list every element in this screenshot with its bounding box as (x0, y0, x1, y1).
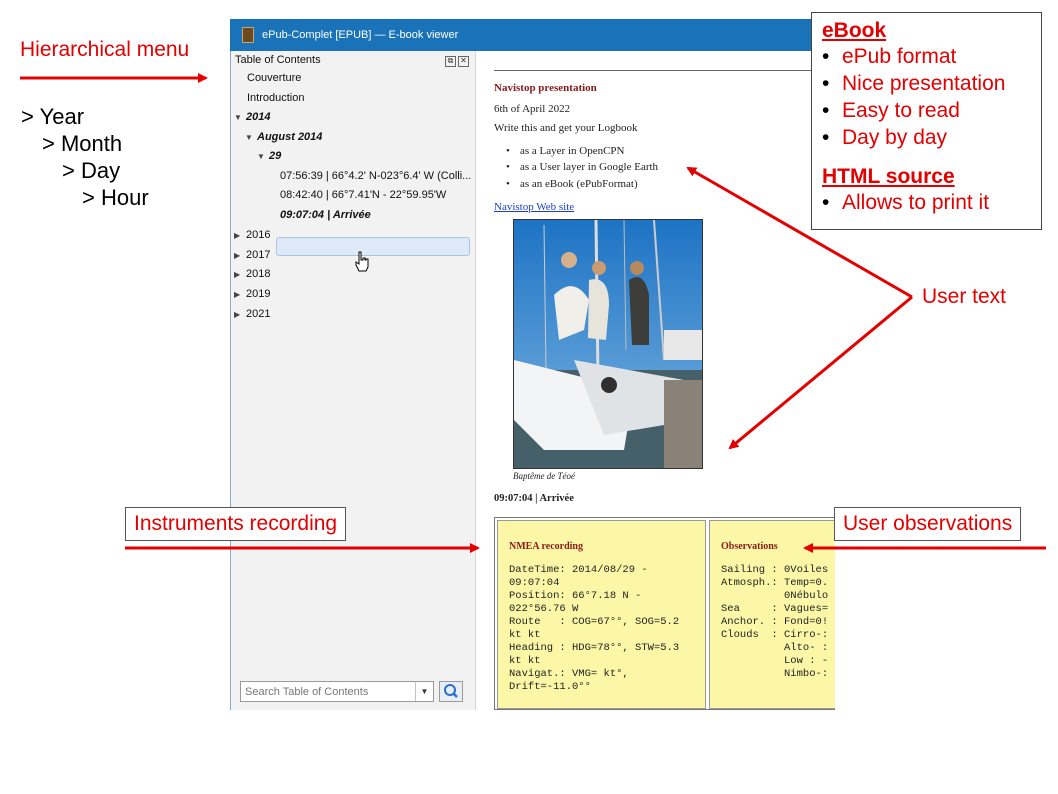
annotation-arrows (20, 73, 1046, 553)
arrow-to-user-text-bottom (728, 295, 913, 450)
arrow-to-user-text-top (686, 166, 913, 299)
